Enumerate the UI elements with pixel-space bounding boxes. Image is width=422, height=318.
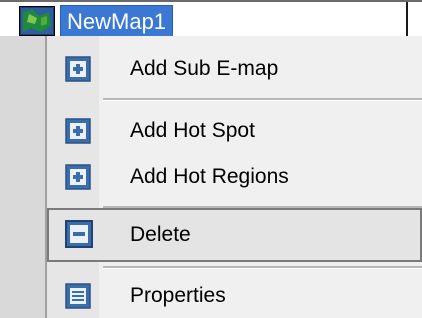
add-icon bbox=[65, 118, 91, 144]
menu-item-add-hot-regions[interactable]: Add Hot Regions bbox=[47, 152, 422, 202]
menu-item-delete[interactable]: Delete bbox=[47, 208, 422, 262]
menu-item-label: Properties bbox=[130, 284, 226, 307]
menu-item-label: Add Hot Regions bbox=[130, 165, 289, 188]
context-menu: Add Sub E-map Add Hot Spot Add Hot Regio… bbox=[45, 36, 422, 318]
menu-item-label: Add Sub E-map bbox=[130, 57, 279, 80]
menu-item-add-sub-emap[interactable]: Add Sub E-map bbox=[47, 44, 422, 94]
tree-node-label[interactable]: NewMap1 bbox=[60, 5, 174, 37]
menu-separator bbox=[103, 266, 422, 269]
emap-tree-context: NewMap1 Add Sub E-map Add Hot Spot Add H… bbox=[0, 0, 422, 318]
menu-separator bbox=[103, 98, 422, 101]
add-icon bbox=[65, 164, 91, 190]
map-icon bbox=[18, 5, 56, 37]
menu-item-add-hot-spot[interactable]: Add Hot Spot bbox=[47, 106, 422, 156]
menu-item-label: Delete bbox=[130, 223, 191, 246]
delete-icon bbox=[65, 220, 93, 248]
menu-item-label: Add Hot Spot bbox=[130, 119, 255, 142]
tree-gutter bbox=[0, 36, 45, 318]
menu-item-properties[interactable]: Properties bbox=[47, 271, 422, 318]
add-icon bbox=[65, 56, 91, 82]
tree-row-newmap1[interactable]: NewMap1 bbox=[0, 0, 422, 38]
properties-icon bbox=[65, 283, 91, 309]
tree-divider bbox=[406, 2, 408, 38]
